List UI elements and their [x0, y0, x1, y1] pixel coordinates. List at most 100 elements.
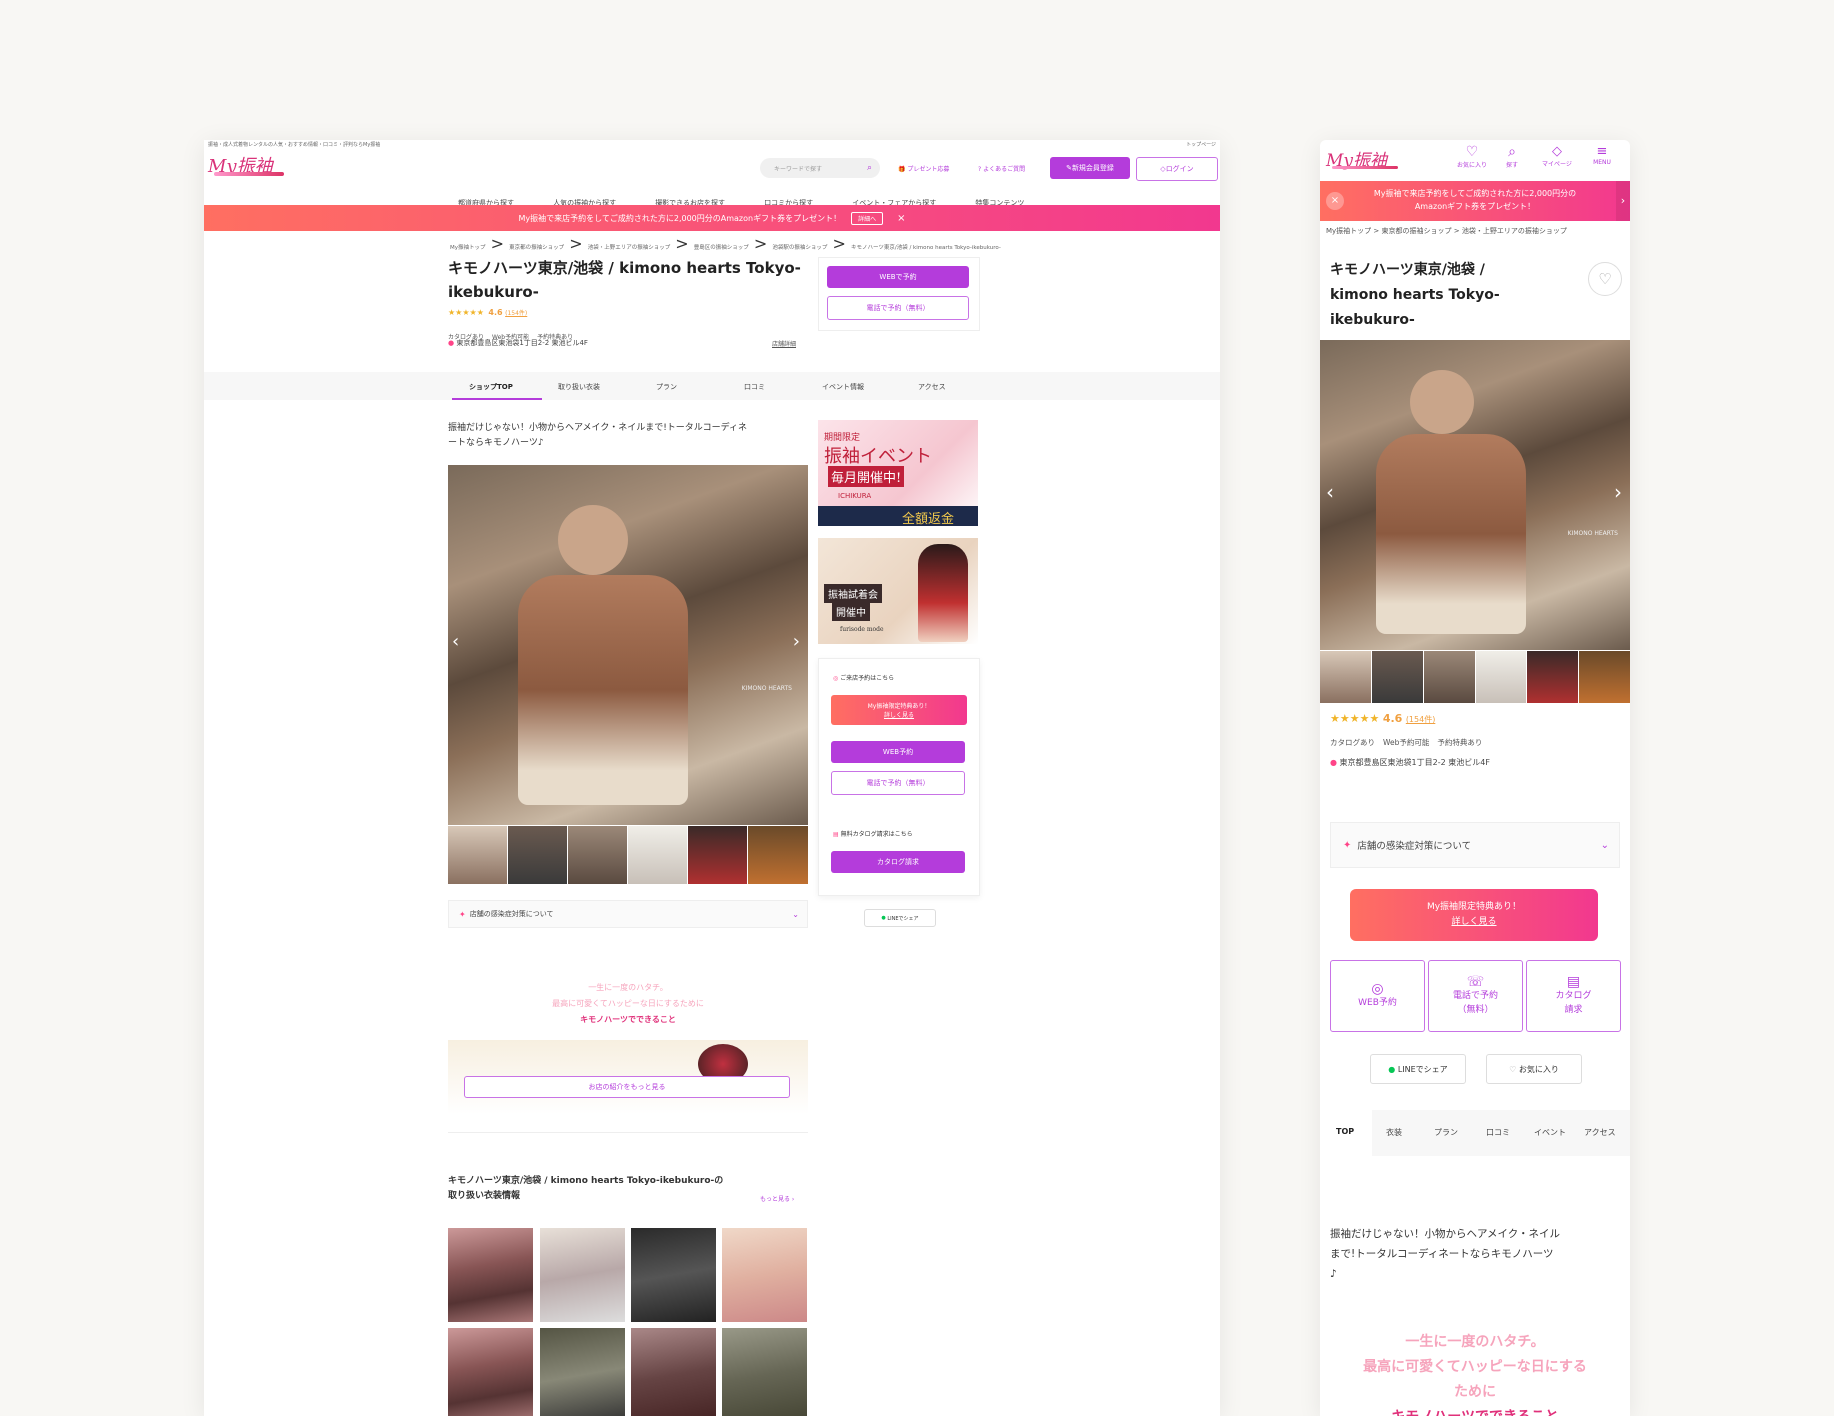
- thumbnail[interactable]: [1320, 651, 1371, 703]
- login-button[interactable]: ◇ ログイン: [1136, 157, 1218, 181]
- infection-accordion[interactable]: ✦ 店舗の感染症対策について ⌄: [448, 900, 808, 928]
- promo-banner: My振袖で来店予約をしてご成約された方に2,000円分のAmazonギフト券をプ…: [204, 205, 1220, 231]
- hamburger-icon: ≡: [1596, 144, 1608, 159]
- prev-arrow-icon[interactable]: ‹: [452, 631, 459, 652]
- pin-icon: ●: [1330, 758, 1337, 767]
- side-catalog-button[interactable]: カタログ請求: [831, 851, 965, 873]
- thumbnail[interactable]: [1527, 651, 1578, 703]
- thumbnail[interactable]: [1424, 651, 1475, 703]
- mobile-infection-accordion[interactable]: ✦ 店舗の感染症対策について ⌄: [1330, 822, 1620, 868]
- crumb-area[interactable]: 池袋・上野エリアの振袖ショップ: [588, 245, 671, 251]
- tab-shop-top[interactable]: ショップTOP: [469, 382, 513, 392]
- faq-link[interactable]: ? よくあるご質問: [978, 164, 1025, 173]
- topbar-home-link[interactable]: トップページ: [1186, 141, 1216, 148]
- thumbnail[interactable]: [448, 826, 507, 884]
- favorite-heart-button[interactable]: ♡: [1588, 262, 1622, 296]
- search-box[interactable]: キーワードで探す ⌕: [760, 158, 880, 178]
- mobile-tel-reserve-button[interactable]: ☏ 電話で予約 （無料）: [1428, 960, 1523, 1032]
- costume-thumbnail[interactable]: [540, 1228, 625, 1322]
- rating-row: ★★★★★ 4.6 (154件): [448, 308, 527, 317]
- mobile-menu-nav[interactable]: ≡ MENU: [1582, 144, 1622, 166]
- shop-detail-link[interactable]: 店舗詳細: [772, 339, 796, 348]
- mobile-breadcrumb: My振袖トップ > 東京都の振袖ショップ > 池袋・上野エリアの振袖ショップ: [1326, 227, 1567, 235]
- mobile-catch-copy: 振袖だけじゃない！小物からヘアメイク・ネイル まで!トータルコーディネートならキモ…: [1330, 1228, 1561, 1280]
- rating-stars: ★★★★★: [448, 308, 484, 317]
- promo-detail-button[interactable]: 詳細へ: [851, 211, 884, 225]
- search-input[interactable]: キーワードで探す: [774, 164, 822, 173]
- tab-costume[interactable]: 取り扱い衣装: [558, 382, 600, 392]
- search-icon: ⌕: [1508, 144, 1516, 160]
- costume-thumbnail[interactable]: [540, 1328, 625, 1416]
- crumb-tokyo[interactable]: 東京都の振袖ショップ: [1382, 227, 1452, 235]
- thumbnail[interactable]: [508, 826, 567, 884]
- side-tel-button[interactable]: 電話で予約（無料）: [831, 771, 965, 795]
- more-link[interactable]: もっと見る ›: [760, 1194, 794, 1203]
- crumb-top[interactable]: My振袖トップ: [450, 245, 486, 251]
- shop-title: キモノハーツ東京/池袋 / kimono hearts Tokyo-ikebuk…: [448, 259, 801, 301]
- web-reserve-button[interactable]: WEBで予約: [827, 266, 969, 288]
- review-count-link[interactable]: (154件): [505, 310, 527, 317]
- costume-thumbnail[interactable]: [631, 1228, 716, 1322]
- crumb-area[interactable]: 池袋・上野エリアの振袖ショップ: [1462, 227, 1567, 235]
- mobile-web-reserve-button[interactable]: ◎ WEB予約: [1330, 960, 1425, 1032]
- mobile-promo-button[interactable]: My振袖限定特典あり！ 詳しく見る: [1350, 889, 1598, 941]
- crumb-station[interactable]: 池袋駅の振袖ショップ: [772, 245, 827, 251]
- next-arrow-icon[interactable]: ›: [793, 631, 800, 652]
- line-share-button[interactable]: ● LINEでシェア: [864, 909, 936, 927]
- close-icon[interactable]: ×: [897, 213, 905, 224]
- mobile-promo-banner[interactable]: × My振袖で来店予約をしてご成約された方に2,000円分の Amazonギフト券…: [1320, 181, 1630, 221]
- thumbnail[interactable]: [1372, 651, 1423, 703]
- mobile-main-photo: ‹ › KIMONO HEARTS: [1320, 340, 1630, 650]
- crumb-ward[interactable]: 豊島区の振袖ショップ: [694, 245, 749, 251]
- mobile-search-nav[interactable]: ⌕ 探す: [1494, 144, 1530, 169]
- mobile-favorite-nav[interactable]: ♡ お気に入り: [1454, 144, 1490, 169]
- mobile-mypage-nav[interactable]: ◇ マイページ: [1534, 144, 1580, 168]
- costume-thumbnail[interactable]: [631, 1328, 716, 1416]
- site-logo[interactable]: My振袖: [208, 152, 288, 180]
- mobile-tab-top[interactable]: TOP: [1336, 1127, 1354, 1136]
- mobile-catalog-button[interactable]: ▤ カタログ 請求: [1526, 960, 1621, 1032]
- mobile-logo[interactable]: My振袖: [1326, 146, 1398, 171]
- ad-banner-ichikura[interactable]: 期間限定 振袖イベント 毎月開催中! ICHIKURA 全額返金: [818, 420, 978, 527]
- rating-value: 4.6: [488, 308, 503, 317]
- mobile-favorite-button[interactable]: ♡ お気に入り: [1486, 1054, 1582, 1084]
- ad-banner-furisode-mode[interactable]: 振袖試着会 開催中 furisode mode: [818, 538, 978, 644]
- next-arrow-icon[interactable]: ›: [1614, 480, 1622, 504]
- tab-reviews[interactable]: 口コミ: [744, 382, 765, 392]
- mobile-tab-plan[interactable]: プラン: [1434, 1127, 1458, 1138]
- sparkle-icon: ✦: [459, 909, 466, 919]
- crumb-top[interactable]: My振袖トップ: [1326, 227, 1371, 235]
- thumbnail[interactable]: [748, 826, 808, 884]
- close-icon[interactable]: ×: [1326, 192, 1344, 210]
- thumbnail[interactable]: [1476, 651, 1526, 703]
- thumbnail[interactable]: [1579, 651, 1630, 703]
- mobile-tab-reviews[interactable]: 口コミ: [1486, 1127, 1510, 1138]
- crumb-tokyo[interactable]: 東京都の振袖ショップ: [509, 245, 564, 251]
- thumbnail[interactable]: [568, 826, 627, 884]
- mobile-line-share-button[interactable]: ● LINEでシェア: [1370, 1054, 1466, 1084]
- thumbnail[interactable]: [688, 826, 747, 884]
- heart-icon: ♡: [1509, 1064, 1517, 1074]
- tab-events[interactable]: イベント情報: [822, 382, 864, 392]
- register-button[interactable]: ✎ 新規会員登録: [1050, 157, 1130, 179]
- more-intro-button[interactable]: お店の紹介をもっと見る: [464, 1076, 790, 1098]
- main-photo: ‹ › KIMONO HEARTS: [448, 465, 808, 825]
- search-icon[interactable]: ⌕: [867, 163, 872, 173]
- costume-thumbnail[interactable]: [448, 1328, 533, 1416]
- mobile-tab-costume[interactable]: 衣装: [1386, 1127, 1402, 1138]
- side-web-button[interactable]: WEB予約: [831, 741, 965, 763]
- prev-arrow-icon[interactable]: ‹: [1326, 480, 1334, 504]
- tel-reserve-button[interactable]: 電話で予約（無料）: [827, 296, 969, 320]
- costume-thumbnail[interactable]: [448, 1228, 533, 1322]
- costume-thumbnail[interactable]: [722, 1328, 807, 1416]
- tab-access[interactable]: アクセス: [918, 382, 946, 392]
- mobile-tab-access[interactable]: アクセス: [1584, 1127, 1616, 1138]
- present-link[interactable]: 🎁 プレゼント応募: [898, 164, 949, 173]
- side-promo-button[interactable]: My振袖限定特典あり！ 詳しく見る: [831, 695, 967, 725]
- costume-thumbnail[interactable]: [722, 1228, 807, 1322]
- mobile-tab-events[interactable]: イベント: [1534, 1127, 1566, 1138]
- tab-plan[interactable]: プラン: [656, 382, 677, 392]
- review-count-link[interactable]: (154件): [1406, 715, 1436, 724]
- diamond-icon: ◇: [1552, 144, 1562, 159]
- thumbnail[interactable]: [628, 826, 687, 884]
